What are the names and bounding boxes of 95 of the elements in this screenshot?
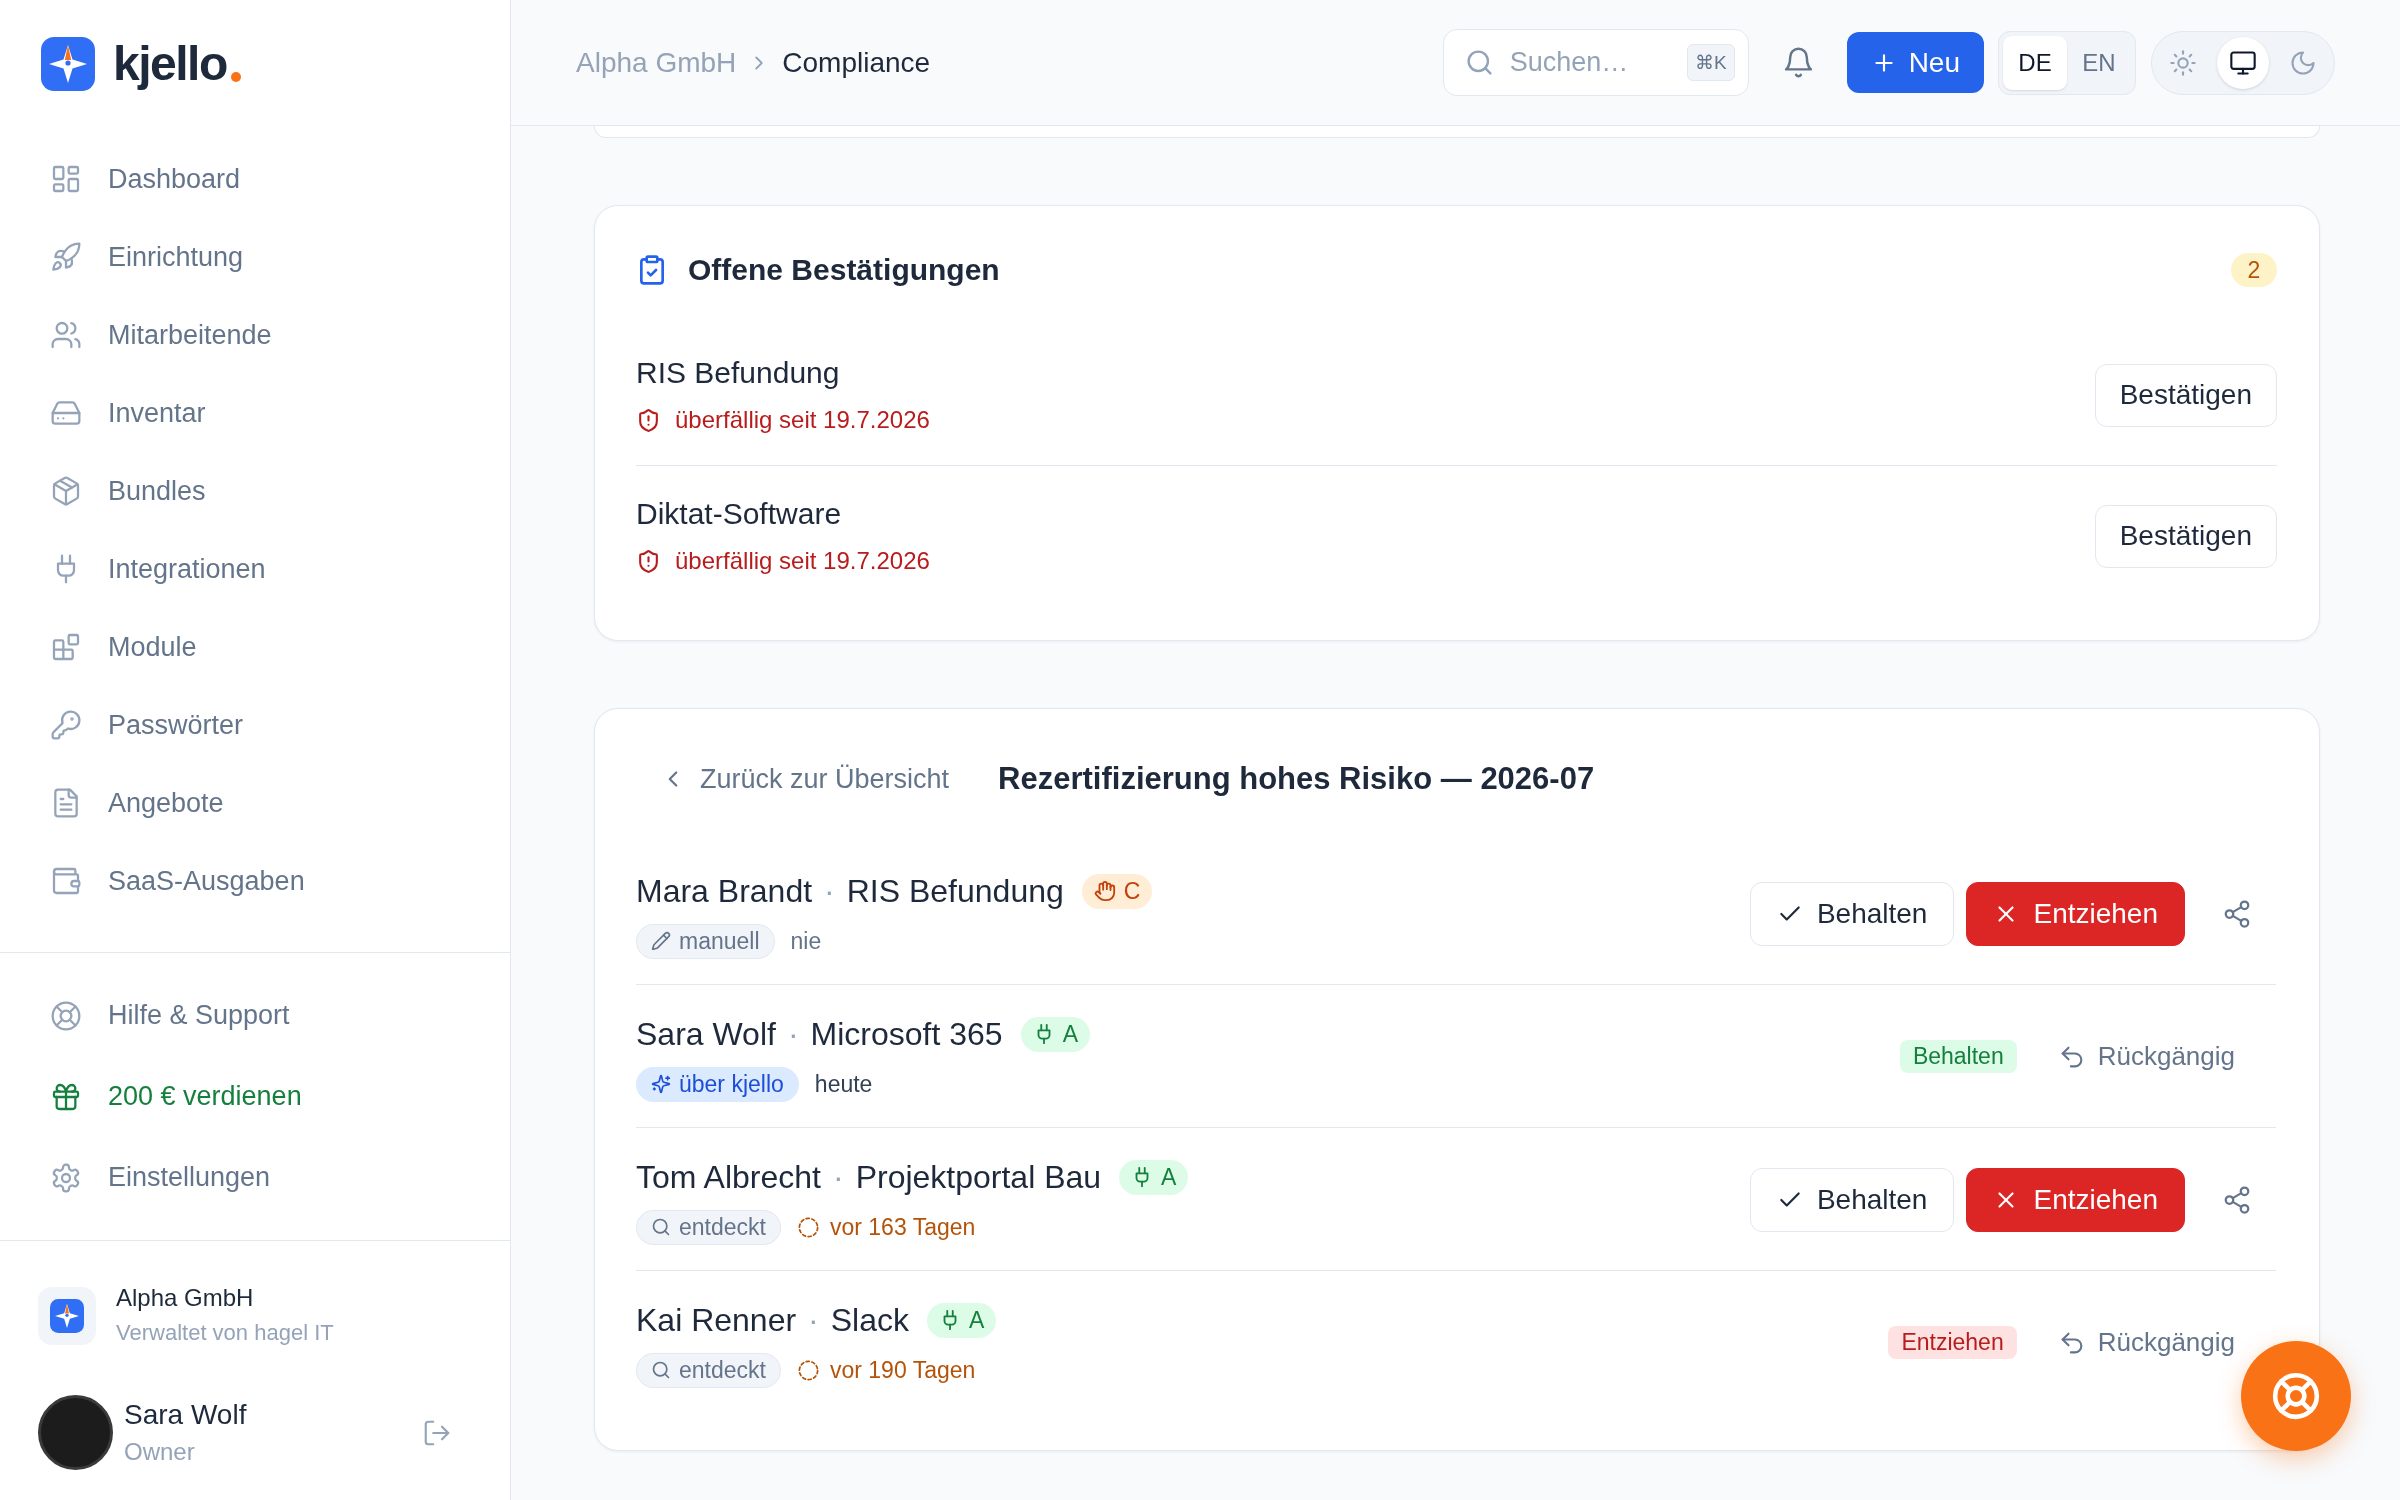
shield-alert-icon xyxy=(636,548,661,574)
app-name: RIS Befundung xyxy=(636,355,841,391)
pencil-icon xyxy=(651,931,671,951)
app-name: Slack xyxy=(830,1301,909,1339)
nav-item[interactable]: 200 € verdienen xyxy=(0,1056,510,1137)
language-option[interactable]: EN xyxy=(2067,35,2131,90)
back-link[interactable]: Zurück zur Übersicht xyxy=(636,757,950,801)
keep-button[interactable]: Behalten xyxy=(1749,1167,1955,1232)
users-icon xyxy=(50,319,82,351)
nav-item[interactable]: Integrationen xyxy=(0,530,510,608)
user-name: Sara Wolf xyxy=(124,1397,247,1432)
lifebuoy-icon xyxy=(2271,1371,2321,1421)
source-label: über kjello xyxy=(679,1070,784,1098)
person-name: Mara Brandt xyxy=(636,872,813,910)
sun-icon xyxy=(2169,48,2197,77)
logo-dot-icon xyxy=(230,72,241,82)
risk-class-label: C xyxy=(1123,877,1141,905)
separator: · xyxy=(787,1015,799,1053)
undo-button[interactable]: Rückgängig xyxy=(2057,1036,2235,1077)
nav-item[interactable]: Dashboard xyxy=(0,140,510,218)
last-seen-text: heute xyxy=(814,1070,873,1098)
last-seen-text: vor 190 Tagen xyxy=(829,1356,976,1384)
logo-icon xyxy=(41,37,95,91)
org-logo-icon xyxy=(38,1287,96,1345)
share-icon xyxy=(2222,1184,2252,1215)
org-name: Alpha GmbH xyxy=(116,1283,255,1313)
nav-item[interactable]: Einrichtung xyxy=(0,218,510,296)
status-badge: Behalten xyxy=(1899,1040,2017,1073)
count-badge: 2 xyxy=(2231,253,2277,287)
nav-item[interactable]: Module xyxy=(0,608,510,686)
revoke-button[interactable]: Entziehen xyxy=(1966,881,2185,946)
keep-button[interactable]: Behalten xyxy=(1749,881,1955,946)
user-role: Owner xyxy=(124,1436,196,1467)
blocks-icon xyxy=(50,631,82,663)
last-seen-text: nie xyxy=(790,927,822,955)
card-title: Rezertifizierung hohes Risiko — 2026-07 xyxy=(998,761,1595,797)
source-label: entdeckt xyxy=(679,1213,766,1241)
undo-button[interactable]: Rückgängig xyxy=(2057,1322,2235,1363)
nav-item[interactable]: Angebote xyxy=(0,764,510,842)
separator: · xyxy=(824,872,835,910)
language-option[interactable]: DE xyxy=(2003,35,2067,90)
nav-item[interactable]: Hilfe & Support xyxy=(0,975,510,1056)
person-name: Tom Albrecht xyxy=(636,1158,821,1196)
theme-option[interactable] xyxy=(2217,36,2269,89)
lifebuoy-icon xyxy=(50,999,82,1032)
settings-icon xyxy=(50,1161,82,1194)
dashed-circle-icon xyxy=(796,1358,820,1382)
breadcrumb-item[interactable]: Alpha GmbH xyxy=(576,46,737,79)
dashed-circle-icon xyxy=(796,1215,820,1239)
grid-icon xyxy=(50,163,82,195)
risk-class-label: A xyxy=(1161,1163,1177,1191)
person-name: Sara Wolf xyxy=(636,1015,776,1053)
shortcut-key: ⌘K xyxy=(1686,44,1735,81)
separator: · xyxy=(808,1301,819,1339)
last-seen-text: vor 163 Tagen xyxy=(829,1213,976,1241)
app-name: Microsoft 365 xyxy=(810,1015,1003,1053)
status-badge: Entziehen xyxy=(1888,1326,2017,1359)
separator: · xyxy=(832,1158,844,1196)
key-icon xyxy=(50,709,82,741)
app-name: RIS Befundung xyxy=(846,872,1064,910)
confirm-button[interactable]: Bestätigen xyxy=(2094,504,2277,568)
risk-class-label: A xyxy=(1062,1020,1078,1048)
brand-name: kjello xyxy=(113,40,227,88)
nav-item[interactable]: SaaS-Ausgaben xyxy=(0,842,510,920)
wallet-icon xyxy=(50,865,82,897)
rocket-icon xyxy=(50,241,82,273)
nav-item[interactable]: Mitarbeitende xyxy=(0,296,510,374)
confirm-button[interactable]: Bestätigen xyxy=(2094,363,2277,427)
nav-item[interactable]: Bundles xyxy=(0,452,510,530)
nav-item[interactable]: Passwörter xyxy=(0,686,510,764)
source-label: entdeckt xyxy=(679,1356,766,1384)
card-title: Offene Bestätigungen xyxy=(688,253,1000,287)
search-icon xyxy=(1464,48,1494,77)
status-text: überfällig seit 19.7.2026 xyxy=(675,547,930,575)
breadcrumb-item: Compliance xyxy=(782,46,931,79)
source-label: manuell xyxy=(679,927,760,955)
risk-class-label: A xyxy=(969,1306,985,1334)
shield-alert-icon xyxy=(636,407,661,433)
search-icon xyxy=(651,1360,671,1380)
box-icon xyxy=(50,475,82,507)
org-subtitle: Verwaltet von hagel IT xyxy=(116,1319,334,1347)
search-icon xyxy=(651,1217,671,1237)
share-icon xyxy=(2222,898,2252,929)
person-name: Kai Renner xyxy=(636,1301,797,1339)
new-button[interactable]: Neu xyxy=(1846,32,1984,93)
nav-item[interactable]: Inventar xyxy=(0,374,510,452)
sparkle-icon xyxy=(651,1074,671,1094)
hand-icon xyxy=(1093,880,1116,902)
app-name: Diktat-Software xyxy=(636,496,843,532)
nav-item[interactable]: Einstellungen xyxy=(0,1137,510,1218)
monitor-icon xyxy=(2229,48,2257,77)
app-name: Projektportal Bau xyxy=(855,1158,1102,1196)
moon-icon xyxy=(2289,48,2317,77)
status-text: überfällig seit 19.7.2026 xyxy=(675,406,930,434)
revoke-button[interactable]: Entziehen xyxy=(1966,1167,2185,1232)
